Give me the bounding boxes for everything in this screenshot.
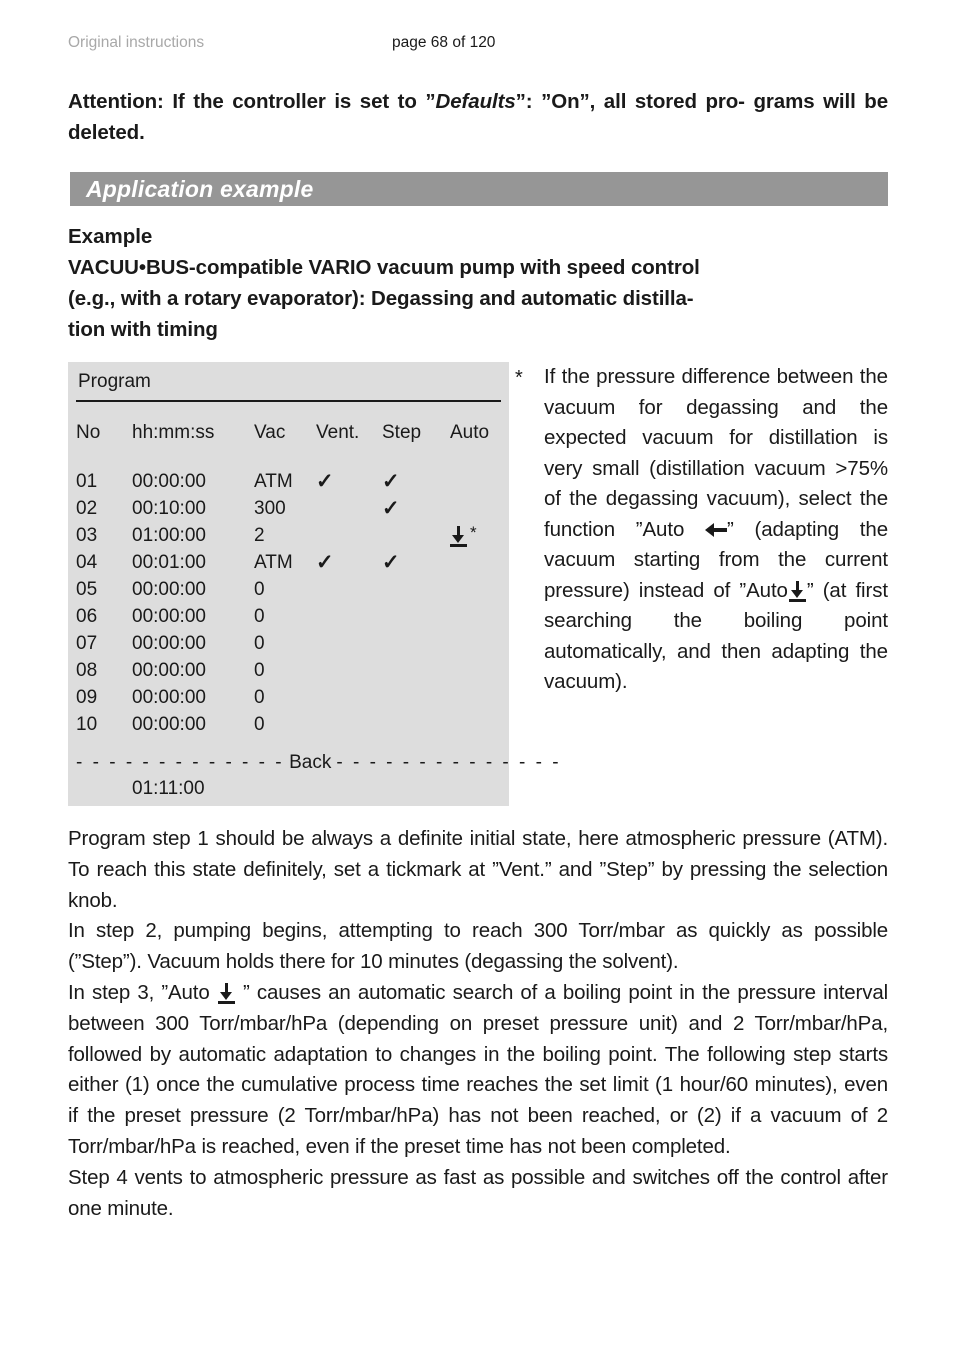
program-table: No hh:mm:ss Vac Vent. Step Auto 01 00:00…	[76, 418, 506, 738]
back-menu-item[interactable]: - - - - - - - - - - - - - Back - - - - -…	[76, 752, 559, 774]
running-header-left: Original instructions	[68, 34, 205, 51]
paragraph-3-text-a: In step 3, ”Auto	[68, 980, 217, 1004]
footnote-star: *	[470, 522, 477, 542]
cell-vac: 0	[254, 713, 265, 735]
table-row[interactable]: 05 00:00:00 0	[76, 576, 506, 603]
arrow-down-bar-icon	[450, 525, 467, 547]
attention-text-a: Attention: If the controller is set to ”	[68, 90, 436, 113]
section-banner-label: Application example	[86, 176, 314, 202]
example-line-3: tion with timing	[68, 318, 218, 341]
paragraph-3: In step 3, ”Auto ” causes an automatic s…	[68, 978, 888, 1163]
column-header-auto: Auto	[450, 422, 490, 443]
attention-emphasis: Defaults	[435, 90, 516, 113]
cell-vent-checkmark: ✓	[316, 470, 334, 493]
back-label: Back	[289, 752, 332, 773]
cell-time: 00:00:00	[132, 605, 206, 627]
cell-no: 02	[76, 497, 98, 519]
section-banner: Application example	[70, 172, 888, 206]
table-row[interactable]: 06 00:00:00 0	[76, 603, 506, 630]
arrow-left-bar-icon	[705, 522, 727, 537]
table-row[interactable]: 02 00:10:00 300 ✓	[76, 495, 506, 522]
cell-step-checkmark: ✓	[382, 470, 400, 493]
arrow-down-bar-icon	[217, 982, 235, 1004]
cell-vac: ATM	[254, 551, 293, 573]
table-row[interactable]: 03 01:00:00 2 *	[76, 522, 506, 549]
cell-step-checkmark: ✓	[382, 497, 400, 520]
panel-title-rule	[76, 400, 501, 402]
example-line-1: VACUU•BUS-compatible VARIO vacuum pump w…	[68, 256, 700, 279]
cell-no: 09	[76, 686, 98, 708]
cell-time: 00:00:00	[132, 632, 206, 654]
cell-time: 00:10:00	[132, 497, 206, 519]
cell-no: 10	[76, 713, 98, 735]
table-row[interactable]: 08 00:00:00 0	[76, 657, 506, 684]
table-row[interactable]: 01 00:00:00 ATM ✓ ✓	[76, 468, 506, 495]
cell-auto: *	[450, 523, 506, 549]
table-header-row: No hh:mm:ss Vac Vent. Step Auto	[76, 418, 506, 448]
cell-vac: 0	[254, 686, 265, 708]
cell-time: 00:00:00	[132, 659, 206, 681]
cell-no: 04	[76, 551, 98, 573]
footnote-text-a: If the pressure difference between the v…	[544, 365, 888, 541]
cell-vac: 300	[254, 497, 286, 519]
example-description: VACUU•BUS-compatible VARIO vacuum pump w…	[68, 252, 888, 345]
cell-no: 03	[76, 524, 98, 546]
cell-time: 00:00:00	[132, 713, 206, 735]
attention-note: Attention: If the controller is set to ”…	[68, 86, 888, 148]
column-header-vac: Vac	[254, 422, 286, 443]
cell-no: 07	[76, 632, 98, 654]
cell-time: 01:00:00	[132, 524, 206, 546]
cell-vac: 0	[254, 578, 265, 600]
cell-vac: 0	[254, 659, 265, 681]
column-header-time: hh:mm:ss	[132, 422, 215, 443]
cell-no: 06	[76, 605, 98, 627]
table-row[interactable]: 07 00:00:00 0	[76, 630, 506, 657]
cell-time: 00:00:00	[132, 686, 206, 708]
cell-time: 00:00:00	[132, 470, 206, 492]
body-text: Program step 1 should be always a defini…	[68, 824, 888, 1224]
cell-vent-checkmark: ✓	[316, 551, 334, 574]
document-page: Original instructions page 68 of 120 Att…	[0, 0, 954, 1350]
paragraph-2: In step 2, pumping begins, attempting to…	[68, 919, 888, 974]
footnote-block: * If the pressure difference between the …	[515, 362, 888, 698]
cell-vac: 0	[254, 605, 265, 627]
attention-text-b: ”: ”On”, all stored pro-	[515, 90, 745, 113]
table-row[interactable]: 10 00:00:00 0	[76, 711, 506, 738]
example-line-2: (e.g., with a rotary evaporator): Degass…	[68, 287, 694, 310]
cell-step-checkmark: ✓	[382, 551, 400, 574]
cell-no: 01	[76, 470, 98, 492]
example-heading: Example	[68, 225, 153, 248]
cell-time: 00:00:00	[132, 578, 206, 600]
program-display-panel: Program No hh:mm:ss Vac Vent. Step Auto …	[68, 362, 559, 806]
paragraph-4: Step 4 vents to atmospheric pressure as …	[68, 1165, 888, 1220]
table-header-gap	[76, 448, 506, 468]
page-number: page 68 of 120	[392, 34, 496, 51]
cell-vac: 2	[254, 524, 265, 546]
column-header-step: Step	[382, 422, 422, 443]
cell-no: 05	[76, 578, 98, 600]
paragraph-1: Program step 1 should be always a defini…	[68, 827, 888, 912]
table-row[interactable]: 09 00:00:00 0	[76, 684, 506, 711]
cell-vac: ATM	[254, 470, 293, 492]
column-header-no: No	[76, 422, 101, 443]
column-header-vent: Vent.	[316, 422, 360, 443]
table-row[interactable]: 04 00:01:00 ATM ✓ ✓	[76, 549, 506, 576]
dash-separator-right: - - - - - - - - - - - - - -	[336, 752, 562, 773]
cell-vac: 0	[254, 632, 265, 654]
dash-separator-left: - - - - - - - - - - - - -	[76, 752, 285, 773]
panel-title: Program	[78, 371, 151, 392]
total-runtime: 01:11:00	[132, 778, 205, 799]
cell-no: 08	[76, 659, 98, 681]
arrow-down-bar-icon	[788, 580, 806, 602]
footnote-marker: *	[515, 367, 523, 389]
paragraph-3-text-b: ” causes an automatic search of a boilin…	[68, 980, 888, 1158]
cell-time: 00:01:00	[132, 551, 206, 573]
